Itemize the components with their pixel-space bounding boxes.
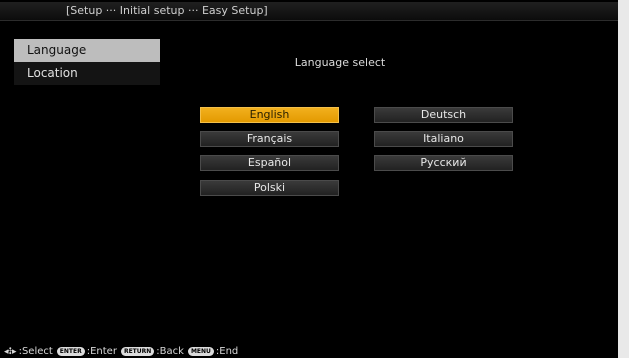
breadcrumb-title: [Setup ··· Initial setup ··· Easy Setup] (66, 4, 268, 17)
projector-menu-screen: [Setup ··· Initial setup ··· Easy Setup]… (0, 0, 618, 358)
back-hint-label: :Back (156, 346, 184, 357)
end-hint-label: :End (215, 346, 239, 357)
menu-title-bar: [Setup ··· Initial setup ··· Easy Setup] (0, 2, 618, 21)
sidebar-item-label: Language (27, 43, 87, 57)
language-option-russian[interactable]: Русский (374, 155, 513, 171)
enter-hint-label: :Enter (86, 346, 117, 357)
return-key-icon: RETURN (120, 347, 155, 356)
sidebar: Language Location (14, 39, 160, 85)
sidebar-item-location[interactable]: Location (14, 62, 160, 85)
language-option-italiano[interactable]: Italiano (374, 131, 513, 147)
directional-arrows-icon: ◂✣▸ (4, 346, 17, 357)
language-option-english[interactable]: English (200, 107, 339, 123)
select-hint-label: :Select (18, 346, 53, 357)
page-title: Language select (294, 56, 386, 69)
sidebar-item-label: Location (27, 66, 78, 80)
enter-key-icon: ENTER (56, 347, 85, 356)
key-guide-footer: ◂✣▸ :Select ENTER :Enter RETURN :Back ME… (4, 345, 240, 358)
language-option-polski[interactable]: Polski (200, 180, 339, 196)
menu-key-icon: MENU (187, 347, 214, 356)
language-option-espanol[interactable]: Español (200, 155, 339, 171)
language-option-francais[interactable]: Français (200, 131, 339, 147)
language-option-deutsch[interactable]: Deutsch (374, 107, 513, 123)
sidebar-item-language[interactable]: Language (14, 39, 160, 62)
